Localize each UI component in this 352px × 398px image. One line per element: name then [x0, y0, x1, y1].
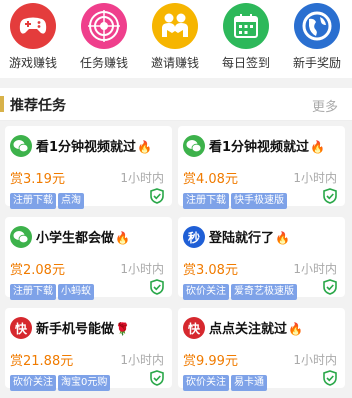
wechat-icon — [183, 135, 205, 157]
task-tag: 小蚂蚁 — [58, 284, 94, 300]
task-tags: 砍价关注 淘宝0元购 — [10, 370, 112, 391]
task-tag: 砍价关注 — [183, 284, 229, 300]
target-icon — [81, 3, 127, 49]
fire-emoji: 🔥 — [310, 140, 325, 154]
task-tag: 注册下载 — [183, 193, 229, 209]
shield-check-icon — [323, 370, 337, 386]
kuai-badge-icon: 快 — [10, 317, 32, 339]
shield-check-icon — [150, 188, 164, 204]
task-title-text: 看1分钟视频就过 — [209, 140, 310, 155]
recommended-tasks-header: 推荐任务 更多 — [0, 88, 352, 121]
task-title: 点点关注就过🔥 — [209, 318, 303, 337]
task-title: 看1分钟视频就过🔥 — [36, 136, 152, 155]
seconds-badge-icon: 秒 — [183, 226, 205, 248]
task-tag: 注册下载 — [10, 193, 56, 209]
badge-text: 秒 — [187, 230, 200, 245]
task-tag: 易卡通 — [231, 375, 267, 391]
task-tags: 砍价关注 爱奇艺极速版 — [183, 279, 299, 300]
rose-emoji: 🌹 — [115, 322, 130, 336]
task-card[interactable]: 快 新手机号能做🌹 赏21.88元 1小时内 砍价关注 淘宝0元购 — [5, 308, 172, 391]
task-card[interactable]: 看1分钟视频就过🔥 赏3.19元 1小时内 注册下载 点淘 — [5, 126, 172, 209]
task-reward: 赏21.88元 — [10, 354, 74, 369]
shortcut-daily-checkin[interactable]: 每日签到 — [211, 3, 281, 71]
task-title-text: 新手机号能做 — [36, 322, 115, 337]
task-title-text: 小学生都会做 — [36, 231, 115, 246]
task-reward: 赏4.08元 — [183, 172, 238, 187]
section-title: 推荐任务 — [10, 98, 66, 114]
gamepad-icon — [10, 3, 56, 49]
shield-check-icon — [323, 188, 337, 204]
task-title-text: 登陆就行了 — [209, 231, 275, 246]
task-reward: 赏9.99元 — [183, 354, 238, 369]
section-accent-bar — [0, 96, 4, 112]
task-tags: 注册下载 点淘 — [10, 188, 86, 209]
task-tag: 淘宝0元购 — [58, 375, 111, 391]
shield-check-icon — [150, 279, 164, 295]
task-title: 看1分钟视频就过🔥 — [209, 136, 325, 155]
kuai-badge-icon: 快 — [183, 317, 205, 339]
task-card[interactable]: 快 点点关注就过🔥 赏9.99元 1小时内 砍价关注 易卡通 — [178, 308, 345, 391]
wechat-icon — [10, 226, 32, 248]
task-tags: 注册下载 快手极速版 — [183, 188, 289, 209]
shortcut-label: 任务赚钱 — [79, 56, 128, 70]
task-card[interactable]: 秒 登陆就行了🔥 赏3.08元 1小时内 砍价关注 爱奇艺极速版 — [178, 217, 345, 300]
task-title-text: 点点关注就过 — [209, 322, 288, 337]
task-reward: 赏3.08元 — [183, 263, 238, 278]
fire-emoji: 🔥 — [288, 322, 303, 336]
task-tag: 注册下载 — [10, 284, 56, 300]
task-card[interactable]: 看1分钟视频就过🔥 赏4.08元 1小时内 注册下载 快手极速版 — [178, 126, 345, 209]
shortcut-task-earn[interactable]: 任务赚钱 — [69, 3, 139, 71]
task-tags: 注册下载 小蚂蚁 — [10, 279, 96, 300]
task-title-text: 看1分钟视频就过 — [36, 140, 137, 155]
shortcut-invite-earn[interactable]: 邀请赚钱 — [140, 3, 210, 71]
fire-emoji: 🔥 — [137, 140, 152, 154]
task-reward: 赏2.08元 — [10, 263, 65, 278]
task-tag: 爱奇艺极速版 — [231, 284, 297, 300]
shield-check-icon — [150, 370, 164, 386]
task-title: 登陆就行了🔥 — [209, 227, 290, 246]
fire-emoji: 🔥 — [275, 231, 290, 245]
shield-check-icon — [323, 279, 337, 295]
shortcut-label: 每日签到 — [221, 56, 270, 70]
task-time-limit: 1小时内 — [120, 171, 164, 185]
shortcut-newbie-reward[interactable]: 新手奖励 — [282, 3, 352, 71]
task-reward: 赏3.19元 — [10, 172, 65, 187]
fire-emoji: 🔥 — [115, 231, 130, 245]
task-title: 小学生都会做🔥 — [36, 227, 130, 246]
task-tag: 快手极速版 — [231, 193, 287, 209]
badge-text: 快 — [14, 321, 27, 336]
shortcut-label: 邀请赚钱 — [150, 56, 199, 70]
task-title: 新手机号能做🌹 — [36, 318, 130, 337]
calendar-icon — [223, 3, 269, 49]
task-tag: 砍价关注 — [10, 375, 56, 391]
shortcut-label: 游戏赚钱 — [8, 56, 57, 70]
badge-text: 快 — [187, 321, 200, 336]
people-icon — [152, 3, 198, 49]
task-time-limit: 1小时内 — [120, 262, 164, 276]
task-tags: 砍价关注 易卡通 — [183, 370, 269, 391]
task-card[interactable]: 小学生都会做🔥 赏2.08元 1小时内 注册下载 小蚂蚁 — [5, 217, 172, 300]
shortcut-bar: 游戏赚钱 任务赚钱 邀请赚钱 每日签到 新手奖励 — [0, 0, 352, 78]
shortcut-label: 新手奖励 — [292, 56, 341, 70]
task-tag: 点淘 — [58, 193, 84, 209]
shortcut-game-earn[interactable]: 游戏赚钱 — [0, 3, 68, 71]
task-tag: 砍价关注 — [183, 375, 229, 391]
more-link[interactable]: 更多 — [312, 96, 338, 115]
task-time-limit: 1小时内 — [293, 262, 337, 276]
task-time-limit: 1小时内 — [293, 353, 337, 367]
task-time-limit: 1小时内 — [120, 353, 164, 367]
globe-icon — [294, 3, 340, 49]
task-time-limit: 1小时内 — [293, 171, 337, 185]
wechat-icon — [10, 135, 32, 157]
